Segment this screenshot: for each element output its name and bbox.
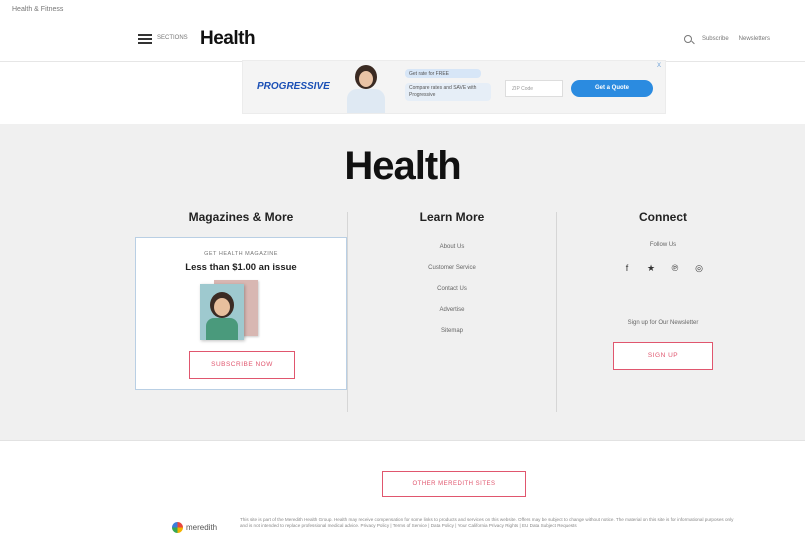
ad-zip-input[interactable]: ZIP Code <box>505 80 563 97</box>
magazine-promo: GET HEALTH MAGAZINE Less than $1.00 an i… <box>135 237 347 390</box>
learn-more-column: Learn More <box>348 210 556 224</box>
learn-more-links: About Us Customer Service Contact Us Adv… <box>348 243 556 336</box>
learn-link[interactable]: About Us <box>440 243 465 252</box>
ad-person-image <box>341 63 391 113</box>
ad-brand-logo: PROGRESSIVE <box>257 81 330 92</box>
learn-link[interactable]: Advertise <box>439 306 464 315</box>
social-icons: f ★ ℗ ◎ <box>557 263 769 273</box>
learn-link[interactable]: Customer Service <box>428 264 476 273</box>
magazines-column: Magazines & More <box>135 210 347 224</box>
newsletters-link[interactable]: Newsletters <box>739 36 770 42</box>
connect-title: Connect <box>639 210 687 224</box>
pinterest-icon[interactable]: ℗ <box>670 263 680 273</box>
subscribe-link[interactable]: Subscribe <box>702 36 729 42</box>
other-sites-button[interactable]: OTHER MEREDITH SITES <box>382 471 526 497</box>
footer-panel: Health Magazines & More Learn More Conne… <box>0 124 805 441</box>
search-icon[interactable] <box>683 35 692 43</box>
learn-link[interactable]: Sitemap <box>441 327 463 336</box>
twitter-icon[interactable]: ★ <box>646 263 656 273</box>
advertisement-banner[interactable]: PROGRESSIVE Get rate for FREE Compare ra… <box>242 60 666 114</box>
ad-bubble: Get rate for FREE <box>405 69 481 78</box>
newsletter-label: Sign up for Our Newsletter <box>627 320 699 326</box>
learn-link[interactable]: Contact Us <box>437 285 467 294</box>
meredith-mark-icon <box>172 522 183 533</box>
learn-more-title: Learn More <box>419 210 485 224</box>
magazines-title: Magazines & More <box>188 210 294 224</box>
header-right: Subscribe Newsletters <box>683 35 770 43</box>
top-note: Health & Fitness <box>12 6 64 13</box>
meredith-logo[interactable]: meredith <box>172 522 217 533</box>
subscribe-now-button[interactable]: SUBSCRIBE NOW <box>189 351 295 379</box>
site-header: SECTIONS Health Subscribe Newsletters <box>0 14 805 62</box>
ad-quote-button[interactable]: Get a Quote <box>571 80 653 97</box>
legal-text: This site is part of the Meredith Health… <box>240 517 734 528</box>
hamburger-menu-icon[interactable] <box>138 34 152 44</box>
ad-close-icon[interactable]: X <box>657 63 661 69</box>
sign-up-button[interactable]: SIGN UP <box>613 342 713 370</box>
header-logo[interactable]: Health <box>200 28 256 50</box>
magazine-eyebrow: GET HEALTH MAGAZINE <box>204 251 278 257</box>
menu-label[interactable]: SECTIONS <box>157 35 188 41</box>
follow-us-label: Follow Us <box>649 242 677 248</box>
facebook-icon[interactable]: f <box>622 263 632 273</box>
magazine-cover-image[interactable] <box>200 278 266 340</box>
footer-logo[interactable]: Health <box>0 144 805 189</box>
meredith-name: meredith <box>186 523 218 532</box>
connect-column: Connect <box>557 210 769 224</box>
magazine-price: Less than $1.00 an issue <box>185 262 297 273</box>
instagram-icon[interactable]: ◎ <box>694 263 704 273</box>
ad-bubble: Compare rates and SAVE with Progressive <box>405 83 491 101</box>
